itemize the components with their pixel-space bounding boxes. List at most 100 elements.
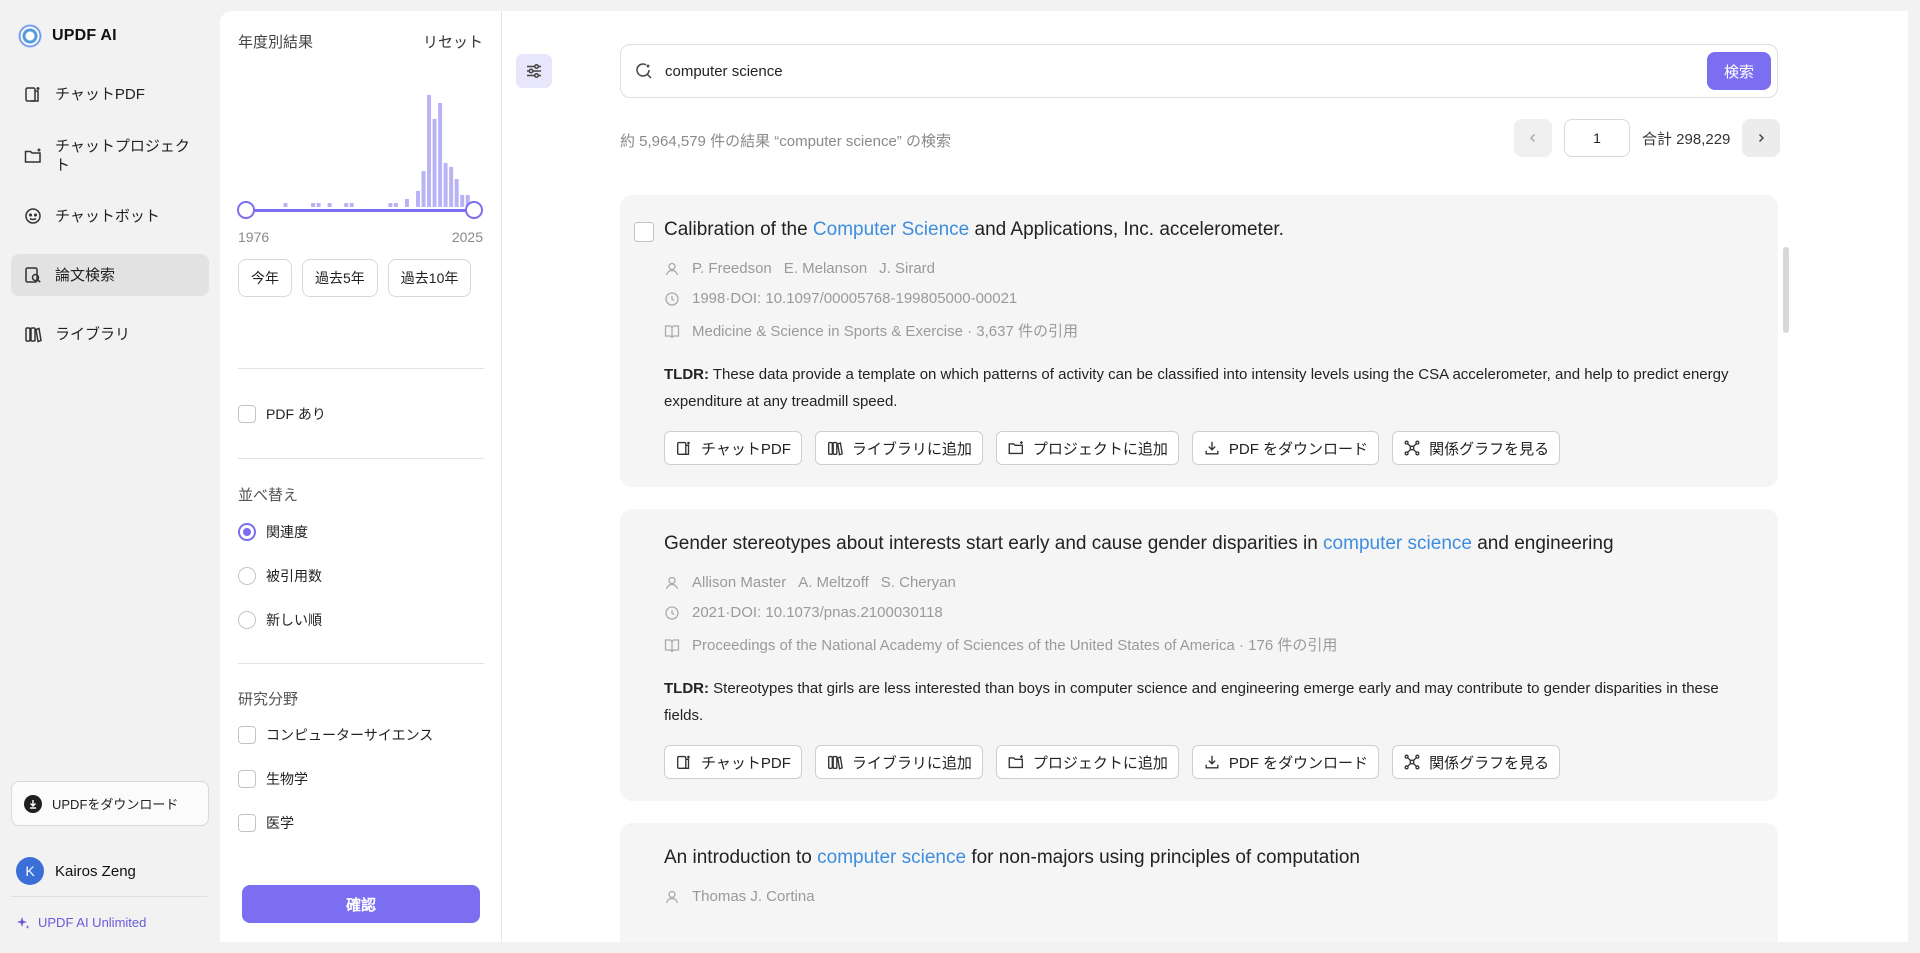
histogram-bar [432,119,437,207]
app-logo[interactable]: UPDF AI [18,24,117,48]
histogram-bar [316,203,321,207]
chip-past-10-years[interactable]: 過去10年 [387,259,472,297]
chip-this-year[interactable]: 今年 [238,259,292,297]
chevron-left-icon [1529,133,1536,143]
histogram-bar [443,163,448,207]
filter-toggle-button[interactable] [516,54,552,88]
plan-label: UPDF AI Unlimited [38,915,147,930]
sidebar-item-chatbot[interactable]: チャットボット [11,196,209,236]
result-card: Gender stereotypes about interests start… [620,509,1778,801]
divider [238,458,484,459]
download-pdf-button[interactable]: PDF をダウンロード [1191,431,1380,465]
chat-pdf-icon [677,755,690,769]
library-icon [25,327,42,343]
chevron-right-icon [1759,133,1765,143]
paper-venue: Medicine & Science in Sports & Exercise … [664,320,1078,341]
histogram-bar [311,203,316,207]
year-max-label: 2025 [451,229,483,245]
user-profile[interactable]: K Kairos Zeng [16,857,136,885]
select-checkbox[interactable] [634,222,654,242]
download-pdf-button[interactable]: PDF をダウンロード [1191,745,1380,779]
chat-pdf-button[interactable]: チャットPDF [664,745,802,779]
histogram-bar [327,203,332,207]
has-pdf-checkbox[interactable] [238,405,256,423]
next-page-button[interactable] [1742,119,1781,157]
paper-date-doi: 2021·DOI: 10.1073/pnas.2100030118 [664,604,943,621]
field-option-cs[interactable]: コンピューターサイエンス [238,725,433,745]
reset-button[interactable]: リセット [423,31,483,52]
field-option-medicine[interactable]: 医学 [238,813,294,833]
author[interactable]: S. Cheryan [881,574,956,591]
results-scrollbar[interactable] [1783,247,1789,333]
author[interactable]: Thomas J. Cortina [692,888,815,905]
paper-date-doi: 1998·DOI: 10.1097/00005768-199805000-000… [664,290,1017,307]
sort-option-relevance[interactable]: 関連度 [238,522,308,542]
year-range-track[interactable] [246,209,476,212]
field-option-label: 医学 [266,815,294,831]
author[interactable]: E. Melanson [784,260,867,277]
folder-add-icon [1008,441,1023,455]
folder-chat-icon [24,148,41,163]
paper-authors: Thomas J. Cortina [664,888,815,905]
author[interactable]: Allison Master [692,574,786,591]
download-app-button[interactable]: UPDFをダウンロード [11,781,209,826]
view-graph-button[interactable]: 関係グラフを見る [1392,431,1561,465]
sidebar-item-chat-project[interactable]: チャットプロジェクト [11,130,209,182]
folder-add-icon [1008,755,1023,769]
sort-option-newest[interactable]: 新しい順 [238,610,322,630]
field-checkbox[interactable] [238,770,256,788]
author[interactable]: J. Sirard [879,260,935,277]
year-filter-title: 年度別結果 [238,34,314,51]
author[interactable]: A. Meltzoff [798,574,869,591]
sort-option-label: 新しい順 [266,612,322,628]
add-to-project-button[interactable]: プロジェクトに追加 [995,431,1179,465]
clock-icon [665,605,679,620]
search-input[interactable] [665,62,1707,80]
sort-option-label: 被引用数 [266,568,322,584]
search-button[interactable]: 検索 [1707,52,1771,90]
page-number-input[interactable] [1564,119,1630,157]
histogram-bar [393,203,398,207]
year-histogram [244,95,470,207]
book-icon [664,324,680,338]
view-graph-button[interactable]: 関係グラフを見る [1392,745,1561,779]
prev-page-button[interactable] [1514,119,1552,157]
sidebar-item-library[interactable]: ライブラリ [11,314,209,354]
add-to-library-button[interactable]: ライブラリに追加 [814,431,983,465]
sort-option-label: 関連度 [266,524,308,540]
plan-link[interactable]: UPDF AI Unlimited [16,915,146,930]
sidebar-item-chat-pdf[interactable]: チャットPDF [11,74,209,114]
year-range-start-handle[interactable] [237,201,255,219]
add-to-library-button[interactable]: ライブラリに追加 [814,745,983,779]
sort-option-citations[interactable]: 被引用数 [238,566,322,586]
author[interactable]: P. Freedson [692,260,772,277]
confirm-button[interactable]: 確認 [242,885,480,923]
chat-pdf-button[interactable]: チャットPDF [664,431,802,465]
sort-radio[interactable] [238,611,256,629]
divider [238,368,484,369]
chip-past-5-years[interactable]: 過去5年 [302,259,378,297]
add-to-project-button[interactable]: プロジェクトに追加 [995,745,1179,779]
divider [11,896,207,897]
paper-title[interactable]: Gender stereotypes about interests start… [664,533,1614,555]
sidebar-item-label: チャットボット [55,207,160,225]
field-option-biology[interactable]: 生物学 [238,769,308,789]
paper-title[interactable]: An introduction to computer science for … [664,847,1360,869]
sidebar-item-label: ライブラリ [55,325,131,343]
paper-authors: P. Freedson E. Melanson J. Sirard [664,260,935,277]
page-total: 合計 298,229 [1642,130,1731,148]
sort-radio[interactable] [238,567,256,585]
year-range-end-handle[interactable] [465,201,483,219]
field-checkbox[interactable] [238,814,256,832]
histogram-bar [421,171,426,207]
paper-title[interactable]: Calibration of the Computer Science and … [664,219,1284,241]
sidebar-nav: チャットPDF チャットプロジェクト チャットボット 論文検索 ライブラリ [11,74,209,354]
field-title: 研究分野 [238,691,299,708]
sidebar-item-paper-search[interactable]: 論文検索 [11,254,209,296]
result-count: 約 5,964,579 件の結果 “computer science” の検索 [620,133,951,150]
sort-radio[interactable] [238,523,256,541]
histogram-bar [349,203,354,207]
field-checkbox[interactable] [238,726,256,744]
download-icon [24,794,42,813]
has-pdf-filter[interactable]: PDF あり [238,404,326,424]
